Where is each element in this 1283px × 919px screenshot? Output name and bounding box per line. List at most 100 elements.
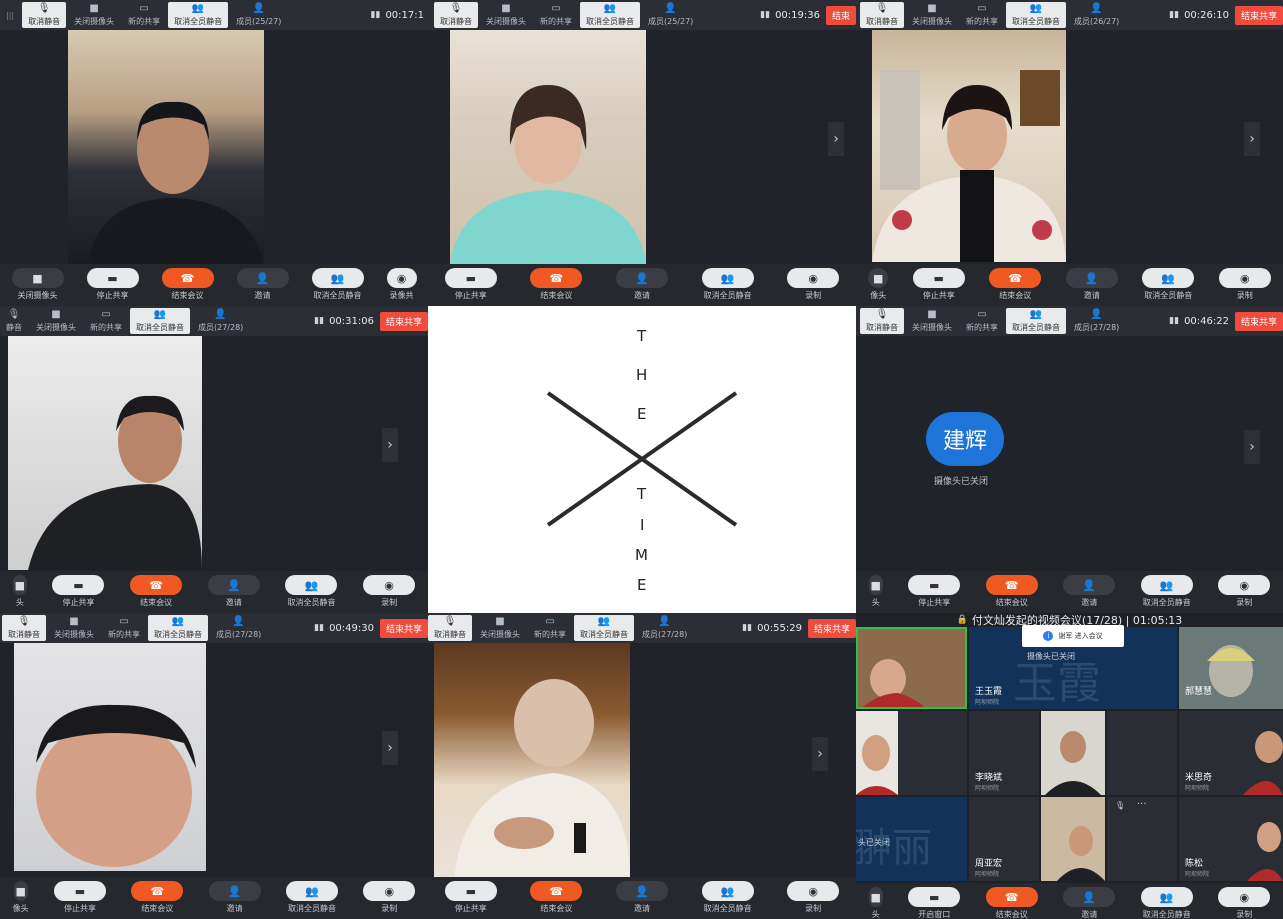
invite-control[interactable]: 👤 邀请 (615, 877, 668, 914)
end-meeting-control[interactable]: ☎ 结束会议 (989, 264, 1042, 301)
next-page-arrow[interactable]: › (812, 737, 828, 771)
new-share-button[interactable]: ▭ 新的共享 (102, 615, 146, 641)
unmute-all-control[interactable]: 👥 取消全员静音 (311, 264, 364, 301)
video-tile[interactable]: 陈松 阿坝师院 (1179, 797, 1283, 881)
stop-share-control[interactable]: ▬ 停止共享 (912, 264, 965, 301)
members-button[interactable]: 👤 成员(27/28) (210, 615, 267, 641)
members-button[interactable]: 👤 成员(26/27) (1068, 2, 1125, 28)
camera-off-control[interactable]: ■ 像头 (868, 264, 889, 301)
next-page-arrow[interactable]: › (1244, 122, 1260, 156)
unmute-all-button[interactable]: 👥 取消全员静音 (1006, 2, 1066, 28)
camera-off-button[interactable]: ■ 关闭摄像头 (30, 308, 82, 334)
camera-off-button[interactable]: ■ 关闭摄像头 (68, 2, 120, 28)
camera-off-button[interactable]: ■ 关闭摄像头 (906, 308, 958, 334)
unmute-all-button[interactable]: 👥 取消全员静音 (168, 2, 229, 28)
end-share-button[interactable]: 结束 (825, 5, 856, 25)
video-tile[interactable]: 翀丽 头已关闭 (856, 797, 967, 881)
unmute-all-button[interactable]: 👥 取消全员静音 (574, 615, 634, 641)
stop-share-control[interactable]: ▬ 停止共享 (444, 877, 497, 914)
unmute-all-control[interactable]: 👥 取消全员静音 (1142, 264, 1195, 301)
video-tile[interactable]: 李晓斌 阿坝师院 (969, 711, 1039, 795)
video-tile[interactable] (1041, 711, 1105, 795)
video-tile[interactable]: 🎙 ··· (1107, 797, 1177, 881)
video-tile[interactable] (856, 711, 967, 795)
end-meeting-control[interactable]: ☎ 结束会议 (161, 264, 214, 301)
camera-off-button[interactable]: ■ 关闭摄像头 (474, 615, 526, 641)
invite-control[interactable]: 👤 邀请 (236, 264, 289, 301)
end-meeting-control[interactable]: ☎ 结束会议 (130, 571, 183, 608)
record-control[interactable]: ◉ 录制 (363, 571, 416, 608)
new-share-button[interactable]: ▭ 新的共享 (122, 2, 166, 28)
next-page-arrow[interactable]: › (1244, 430, 1260, 464)
invite-control[interactable]: 👤 邀请 (1063, 883, 1116, 919)
end-share-button[interactable]: 结束共享 (379, 618, 428, 638)
unmute-button[interactable]: 🎙 取消静音 (860, 2, 904, 28)
record-control[interactable]: ◉ 录制 (1218, 264, 1271, 301)
camera-off-control[interactable]: ■ 关闭摄像头 (11, 264, 64, 301)
unmute-all-control[interactable]: 👥 取消全员静音 (1140, 883, 1193, 919)
unmute-button[interactable]: 🎙 取消静音 (860, 308, 904, 334)
members-button[interactable]: 👤 成员(27/28) (192, 308, 249, 334)
unmute-all-control[interactable]: 👥 取消全员静音 (701, 264, 754, 301)
unmute-button[interactable]: 🎙 取消静音 (22, 2, 67, 28)
unmute-button[interactable]: 🎙 取消静音 (434, 2, 478, 28)
invite-control[interactable]: 👤 邀请 (615, 264, 668, 301)
stop-share-control[interactable]: ▬ 停止共享 (52, 571, 105, 608)
new-share-button[interactable]: ▭ 新的共享 (84, 308, 128, 334)
new-share-button[interactable]: ▭ 新的共享 (960, 308, 1004, 334)
video-tile[interactable]: 周亚宏 阿坝师院 (969, 797, 1039, 881)
stop-share-control[interactable]: ▬ 停止共享 (444, 264, 497, 301)
new-share-button[interactable]: ▭ 新的共享 (960, 2, 1004, 28)
unmute-all-control[interactable]: 👥 取消全员静音 (1140, 571, 1193, 608)
end-meeting-control[interactable]: ☎ 结束会议 (530, 264, 583, 301)
end-meeting-control[interactable]: ☎ 结束会议 (985, 571, 1038, 608)
camera-off-control[interactable]: ■ 头 (12, 571, 27, 608)
unmute-all-control[interactable]: 👥 取消全员静音 (285, 571, 338, 608)
next-page-arrow[interactable]: › (382, 731, 398, 765)
camera-off-control[interactable]: ■ 头 (868, 571, 883, 608)
record-control[interactable]: ◉ 录制 (363, 877, 416, 914)
unmute-all-button[interactable]: 👥 取消全员静音 (148, 615, 208, 641)
menu-handle[interactable]: ||| (0, 2, 20, 28)
stop-share-control[interactable]: ▬ 停止共享 (53, 877, 106, 914)
video-tile[interactable]: 米思奇 阿坝师院 (1179, 711, 1283, 795)
camera-off-button[interactable]: ■ 关闭摄像头 (906, 2, 958, 28)
camera-off-control[interactable]: ■ 像头 (13, 877, 29, 914)
unmute-all-control[interactable]: 👥 取消全员静音 (701, 877, 754, 914)
members-button[interactable]: 👤 成员(25/27) (642, 2, 699, 28)
new-share-button[interactable]: ▭ 新的共享 (534, 2, 578, 28)
unmute-button[interactable]: 🎙 取消静音 (428, 615, 472, 641)
unmute-button[interactable]: 🎙 静音 (0, 308, 28, 334)
camera-control[interactable]: ■ 头 (868, 883, 883, 919)
unmute-button[interactable]: 🎙 取消静音 (2, 615, 46, 641)
record-control[interactable]: ◉ 录制 (1218, 571, 1271, 608)
members-button[interactable]: 👤 成员(27/28) (636, 615, 693, 641)
video-tile[interactable]: 郝慧慧 (1179, 627, 1283, 709)
video-tile[interactable]: 🎙 (1107, 711, 1177, 795)
new-share-button[interactable]: ▭ 新的共享 (528, 615, 572, 641)
invite-control[interactable]: 👤 邀请 (1063, 571, 1116, 608)
end-share-button[interactable]: 结束共享 (1234, 5, 1283, 25)
next-page-arrow[interactable]: › (828, 122, 844, 156)
record-control[interactable]: ◉ 录制 (787, 264, 840, 301)
record-share-control[interactable]: ◉ 录像共 (386, 264, 417, 301)
record-control[interactable]: ◉ 录制 (1218, 883, 1271, 919)
end-share-button[interactable]: 结束共享 (807, 618, 856, 638)
next-page-arrow[interactable]: › (382, 428, 398, 462)
record-control[interactable]: ◉ 录制 (787, 877, 840, 914)
invite-control[interactable]: 👤 邀请 (207, 571, 260, 608)
end-share-button[interactable]: 结束共享 (379, 311, 428, 331)
members-button[interactable]: 👤 成员(27/28) (1068, 308, 1125, 334)
video-tile[interactable] (1041, 797, 1105, 881)
unmute-all-control[interactable]: 👥 取消全员静音 (285, 877, 338, 914)
camera-off-button[interactable]: ■ 关闭摄像头 (48, 615, 100, 641)
video-tile[interactable] (856, 627, 967, 709)
members-button[interactable]: 👤 成员(25/27) (230, 2, 287, 28)
stop-share-control[interactable]: ▬ 停止共享 (908, 571, 961, 608)
float-window-control[interactable]: ▬ 开启窗口 (908, 883, 961, 919)
stop-share-control[interactable]: ▬ 停止共享 (86, 264, 139, 301)
more-icon[interactable]: ··· (1137, 799, 1147, 810)
unmute-all-button[interactable]: 👥 取消全员静音 (1006, 308, 1066, 334)
invite-control[interactable]: 👤 邀请 (208, 877, 261, 914)
camera-off-button[interactable]: ■ 关闭摄像头 (480, 2, 532, 28)
